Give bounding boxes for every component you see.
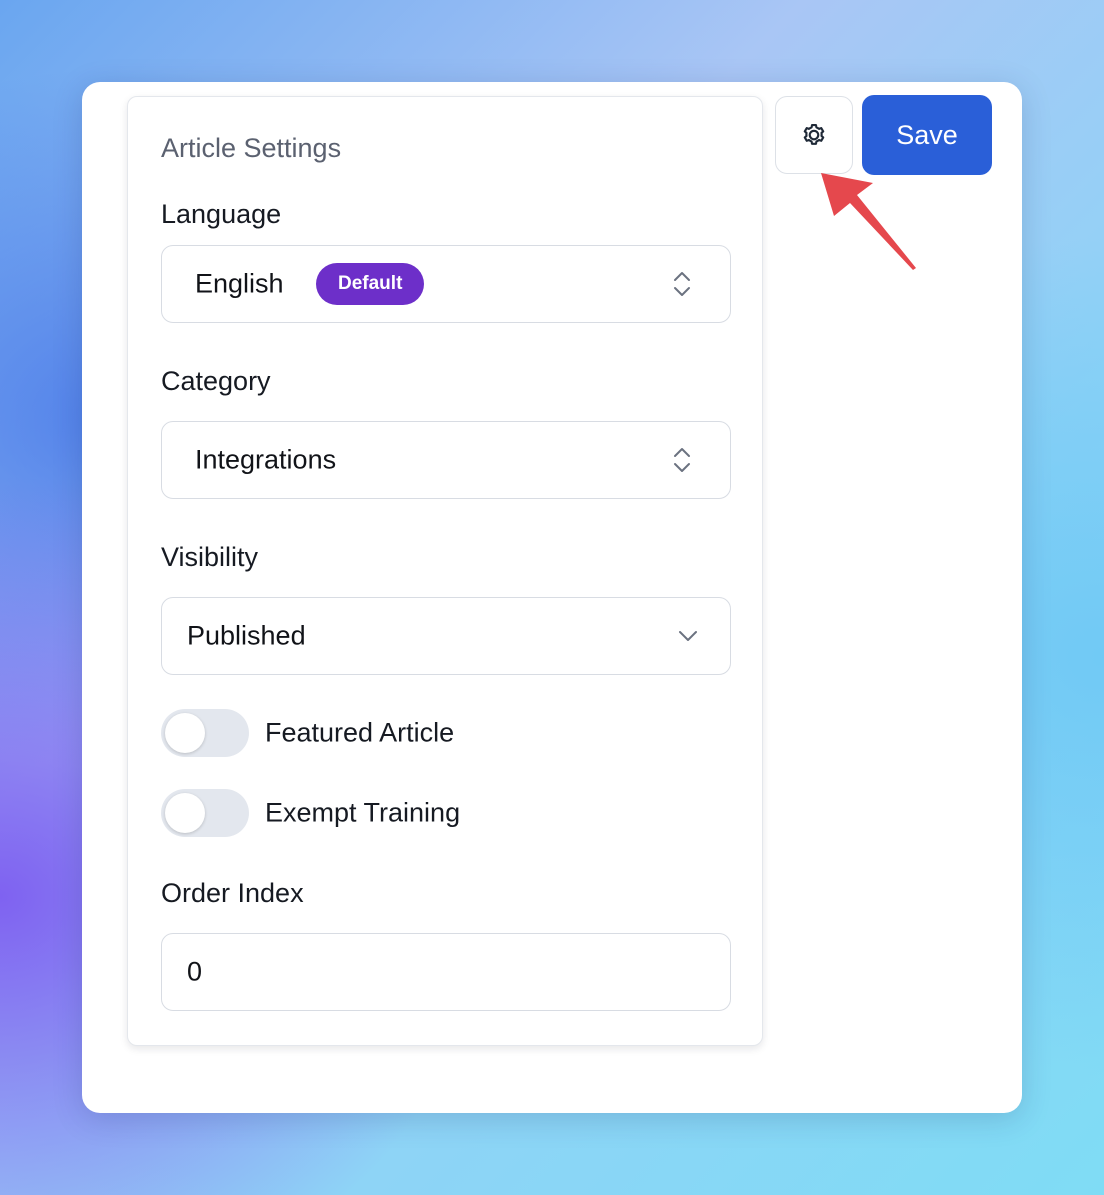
toggle-knob <box>165 793 205 833</box>
category-select[interactable]: Integrations <box>161 421 731 499</box>
featured-article-row: Featured Article <box>161 709 721 757</box>
chevron-up-down-icon <box>670 269 694 299</box>
exempt-training-toggle[interactable] <box>161 789 249 837</box>
order-index-value: 0 <box>187 956 203 987</box>
order-index-input[interactable]: 0 <box>161 933 731 1011</box>
language-select[interactable]: English Default <box>161 245 731 323</box>
visibility-label: Visibility <box>161 542 259 572</box>
toggle-knob <box>165 713 205 753</box>
visibility-select[interactable]: Published <box>161 597 731 675</box>
arrow-icon <box>821 173 916 270</box>
visibility-value: Published <box>187 620 306 651</box>
category-value: Integrations <box>195 444 337 475</box>
language-value: English <box>195 268 284 299</box>
exempt-training-label: Exempt Training <box>265 797 461 828</box>
chevron-up-down-icon <box>670 445 694 475</box>
chevron-down-icon <box>676 621 700 651</box>
featured-article-toggle[interactable] <box>161 709 249 757</box>
gear-icon <box>803 124 825 145</box>
panel-title: Article Settings <box>161 133 342 163</box>
featured-article-label: Featured Article <box>265 717 455 748</box>
category-label: Category <box>161 366 271 396</box>
article-settings-panel: Article Settings Language English Defaul… <box>127 96 763 1046</box>
exempt-training-row: Exempt Training <box>161 789 721 837</box>
order-index-label: Order Index <box>161 878 304 908</box>
language-label: Language <box>161 199 282 229</box>
default-badge: Default <box>316 263 425 305</box>
